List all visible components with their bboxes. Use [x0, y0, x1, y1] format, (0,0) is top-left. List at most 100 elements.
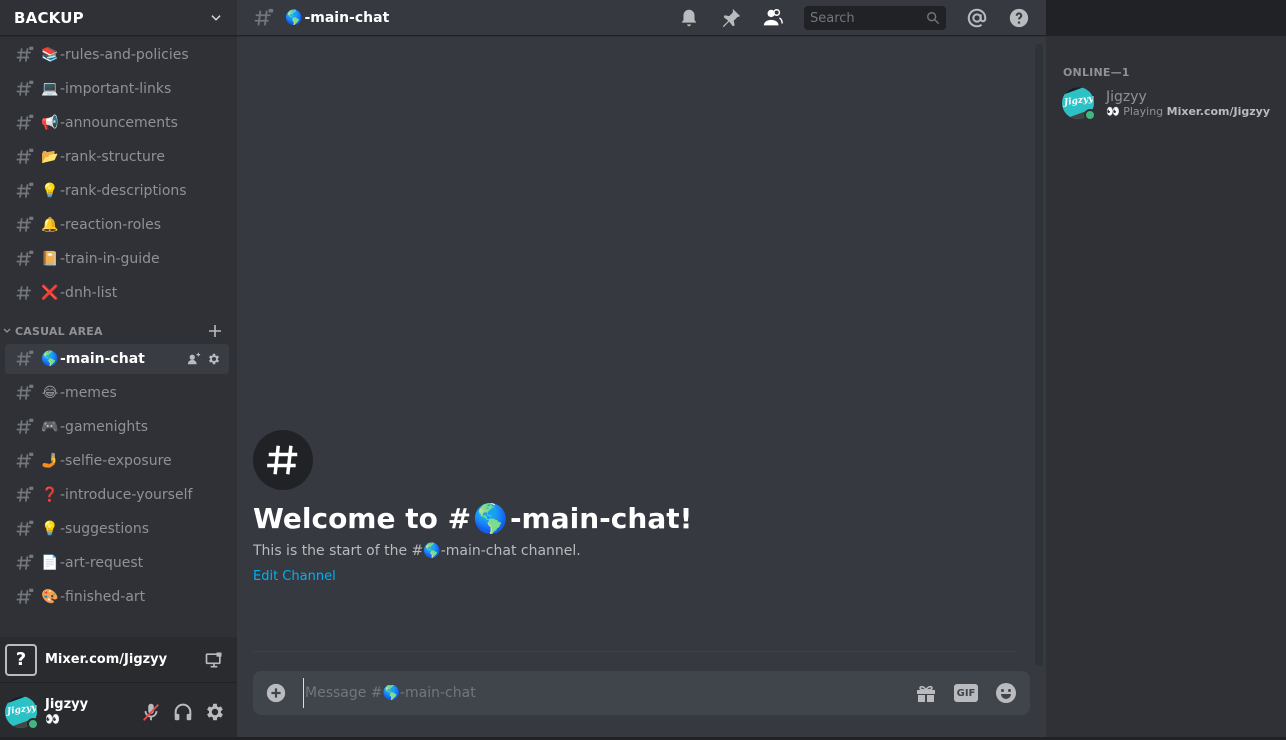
mentions-at-icon[interactable] — [966, 7, 988, 29]
channel-emoji: 💻 — [41, 81, 59, 97]
header-channel-emoji: 🌎 — [285, 9, 303, 26]
channel-hash-icon — [16, 286, 31, 300]
category-casual-area[interactable]: CASUAL AREA — [0, 318, 237, 344]
locked-channel-hash-icon — [16, 384, 34, 400]
category-label: CASUAL AREA — [15, 324, 103, 338]
mute-microphone-icon[interactable] — [140, 701, 162, 723]
hash-icon — [267, 445, 298, 475]
channel-emoji: 🔔 — [41, 217, 59, 233]
activity-game-name: Mixer.com/Jigzyy — [45, 652, 168, 667]
message-scrollbar[interactable] — [1035, 44, 1043, 666]
channel-emoji: 📂 — [41, 149, 59, 165]
channel-emoji: 🎮 — [41, 419, 59, 435]
screen-share-icon[interactable] — [204, 650, 224, 670]
locked-channel-hash-icon — [254, 8, 274, 25]
help-icon[interactable] — [1008, 7, 1030, 29]
channel-item[interactable]: 📄 -art-request — [5, 548, 229, 578]
locked-channel-hash-icon — [16, 216, 34, 232]
channel-name: -reaction-roles — [60, 217, 162, 233]
channel-name: -introduce-yourself — [60, 487, 193, 503]
member-item[interactable]: Jigzyy Jigzyy 👀 Playing Mixer.com/Jigzyy — [1062, 87, 1278, 121]
channel-item[interactable]: ❓ -introduce-yourself — [5, 480, 229, 510]
channel-name: -train-in-guide — [60, 251, 160, 267]
channel-item[interactable]: 📢 -announcements — [5, 108, 229, 138]
activity-panel: ? Mixer.com/Jigzyy — [0, 637, 237, 683]
channel-item[interactable]: 📔 -train-in-guide — [5, 244, 229, 274]
channel-name: -rank-structure — [60, 149, 165, 165]
channel-emoji: 💡 — [41, 521, 59, 537]
locked-channel-hash-icon — [16, 182, 34, 198]
create-channel-icon[interactable] — [207, 323, 223, 339]
member-name: Jigzyy — [1106, 88, 1147, 105]
channel-name: -finished-art — [60, 589, 146, 605]
unknown-game-icon: ? — [5, 643, 37, 676]
channel-item[interactable]: 💻 -important-links — [5, 74, 229, 104]
welcome-subtitle-suffix: -main-chat channel. — [440, 543, 581, 559]
channel-item[interactable]: 🤳 -selfie-exposure — [5, 446, 229, 476]
invite-user-icon[interactable] — [187, 352, 201, 366]
search-box[interactable] — [804, 6, 946, 30]
channel-item[interactable]: 🎮 -gamenights — [5, 412, 229, 442]
globe-emoji-small: 🌎 — [423, 543, 441, 559]
emoji-picker-icon[interactable] — [994, 681, 1018, 705]
channel-list[interactable]: 📚 -rules-and-policies 💻 -important-links 📢 -a… — [0, 40, 237, 637]
channel-emoji: 😂 — [41, 385, 59, 401]
locked-channel-hash-icon — [16, 46, 34, 62]
online-status-indicator — [1084, 109, 1096, 121]
channel-name: -announcements — [60, 115, 178, 131]
channel-item[interactable]: 📂 -rank-structure — [5, 142, 229, 172]
channel-item[interactable]: 💡 -rank-descriptions — [5, 176, 229, 206]
channel-name: -dnh-list — [60, 285, 118, 301]
channel-emoji: ❌ — [41, 285, 59, 301]
welcome-subtitle: This is the start of the #🌎-main-chat ch… — [253, 543, 692, 559]
channel-sidebar: BACKUP 📚 -rules-and-policies 💻 -important-l… — [0, 0, 237, 740]
channel-emoji: 💡 — [41, 183, 59, 199]
welcome-title: Welcome to # 🌎 -main-chat! — [253, 502, 692, 535]
message-divider — [253, 651, 1016, 652]
server-name: BACKUP — [14, 8, 84, 27]
user-panel: Jigzyy Jigzyy 👀 — [0, 683, 237, 740]
channel-item[interactable]: 🎨 -finished-art — [5, 582, 229, 612]
user-settings-gear-icon[interactable] — [204, 701, 226, 723]
user-info: Jigzyy 👀 — [45, 697, 140, 726]
channel-item[interactable]: 😂 -memes — [5, 378, 229, 408]
notification-bell-icon[interactable] — [678, 7, 700, 29]
channel-name: -memes — [60, 385, 117, 401]
channel-item[interactable]: 📚 -rules-and-policies — [5, 40, 229, 70]
channel-settings-gear-icon[interactable] — [207, 352, 221, 366]
search-icon — [927, 12, 940, 25]
headphones-icon[interactable] — [172, 701, 194, 723]
member-list-icon[interactable] — [762, 7, 784, 29]
member-avatar: Jigzyy — [1062, 87, 1096, 121]
locked-channel-hash-icon — [16, 520, 34, 536]
gif-picker-button[interactable]: GIF — [954, 684, 978, 702]
pinned-messages-icon[interactable] — [720, 7, 742, 29]
gift-icon[interactable] — [914, 681, 938, 705]
member-activity-prefix: Playing — [1123, 104, 1167, 118]
channel-name: -rank-descriptions — [60, 183, 187, 199]
user-avatar[interactable]: Jigzyy — [5, 695, 39, 730]
channel-emoji: 🌎 — [41, 351, 59, 367]
search-input[interactable] — [810, 10, 926, 26]
channel-item[interactable]: 💡 -suggestions — [5, 514, 229, 544]
channel-name: -gamenights — [60, 419, 149, 435]
message-input[interactable] — [303, 678, 914, 708]
welcome-title-suffix: -main-chat! — [509, 502, 693, 535]
channel-name: -suggestions — [60, 521, 150, 537]
upload-plus-icon[interactable] — [265, 682, 287, 704]
channel-item[interactable]: ❌ -dnh-list — [5, 278, 229, 308]
channel-item[interactable]: 🌎 -main-chat — [5, 344, 229, 374]
locked-channel-hash-icon — [16, 554, 34, 570]
custom-status: 👀 — [45, 712, 60, 726]
member-activity-emoji: 👀 — [1106, 104, 1120, 118]
channel-emoji: ❓ — [41, 487, 59, 503]
locked-channel-hash-icon — [16, 486, 34, 502]
channel-emoji: 📄 — [41, 555, 59, 571]
channel-emoji: 📔 — [41, 251, 59, 267]
edit-channel-link[interactable]: Edit Channel — [253, 569, 336, 584]
online-status-indicator — [27, 717, 39, 730]
globe-emoji: 🌎 — [473, 502, 508, 535]
server-header[interactable]: BACKUP — [0, 0, 237, 36]
welcome-subtitle-prefix: This is the start of the # — [253, 543, 424, 559]
channel-item[interactable]: 🔔 -reaction-roles — [5, 210, 229, 240]
